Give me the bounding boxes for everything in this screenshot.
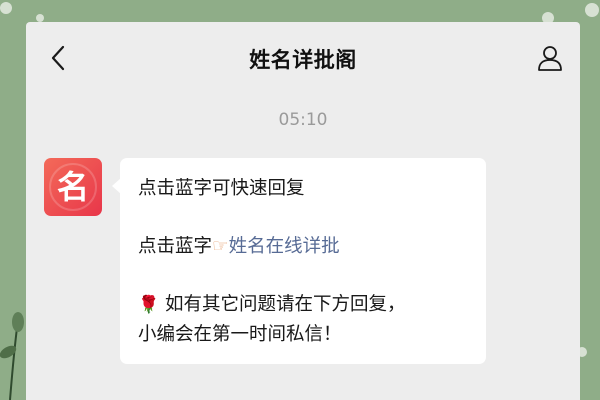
rose-icon: 🌹 (138, 295, 160, 315)
message-line-2: 点击蓝字☞姓名在线详批 (138, 232, 468, 261)
profile-button[interactable] (534, 42, 566, 74)
avatar-text: 名 (56, 168, 89, 206)
message-line-3: 🌹 如有其它问题请在下方回复， (138, 290, 468, 320)
message-line-4: 小编会在第一时间私信！ (138, 324, 342, 345)
message-bubble: 点击蓝字可快速回复 点击蓝字☞姓名在线详批 🌹 如有其它问题请在下方回复， 小编… (112, 158, 486, 364)
person-outline-icon (538, 46, 562, 71)
pointing-hand-icon: ☞ (212, 236, 229, 257)
message-timestamp: 05:10 (278, 110, 328, 130)
line3-text: 如有其它问题请在下方回复， (159, 294, 406, 315)
message-line-1: 点击蓝字可快速回复 (138, 178, 305, 199)
name-detail-link[interactable]: 姓名在线详批 (229, 236, 340, 257)
chat-header: 姓名详批阁 (26, 22, 580, 94)
chat-window: 姓名详批阁 05:10 名 点击蓝字可快速回复 点击蓝字☞姓名在线详批 🌹 如有… (26, 22, 580, 400)
chat-title: 姓名详批阁 (249, 48, 357, 72)
line2-prefix: 点击蓝字 (138, 236, 213, 257)
avatar[interactable]: 名 (44, 158, 102, 216)
